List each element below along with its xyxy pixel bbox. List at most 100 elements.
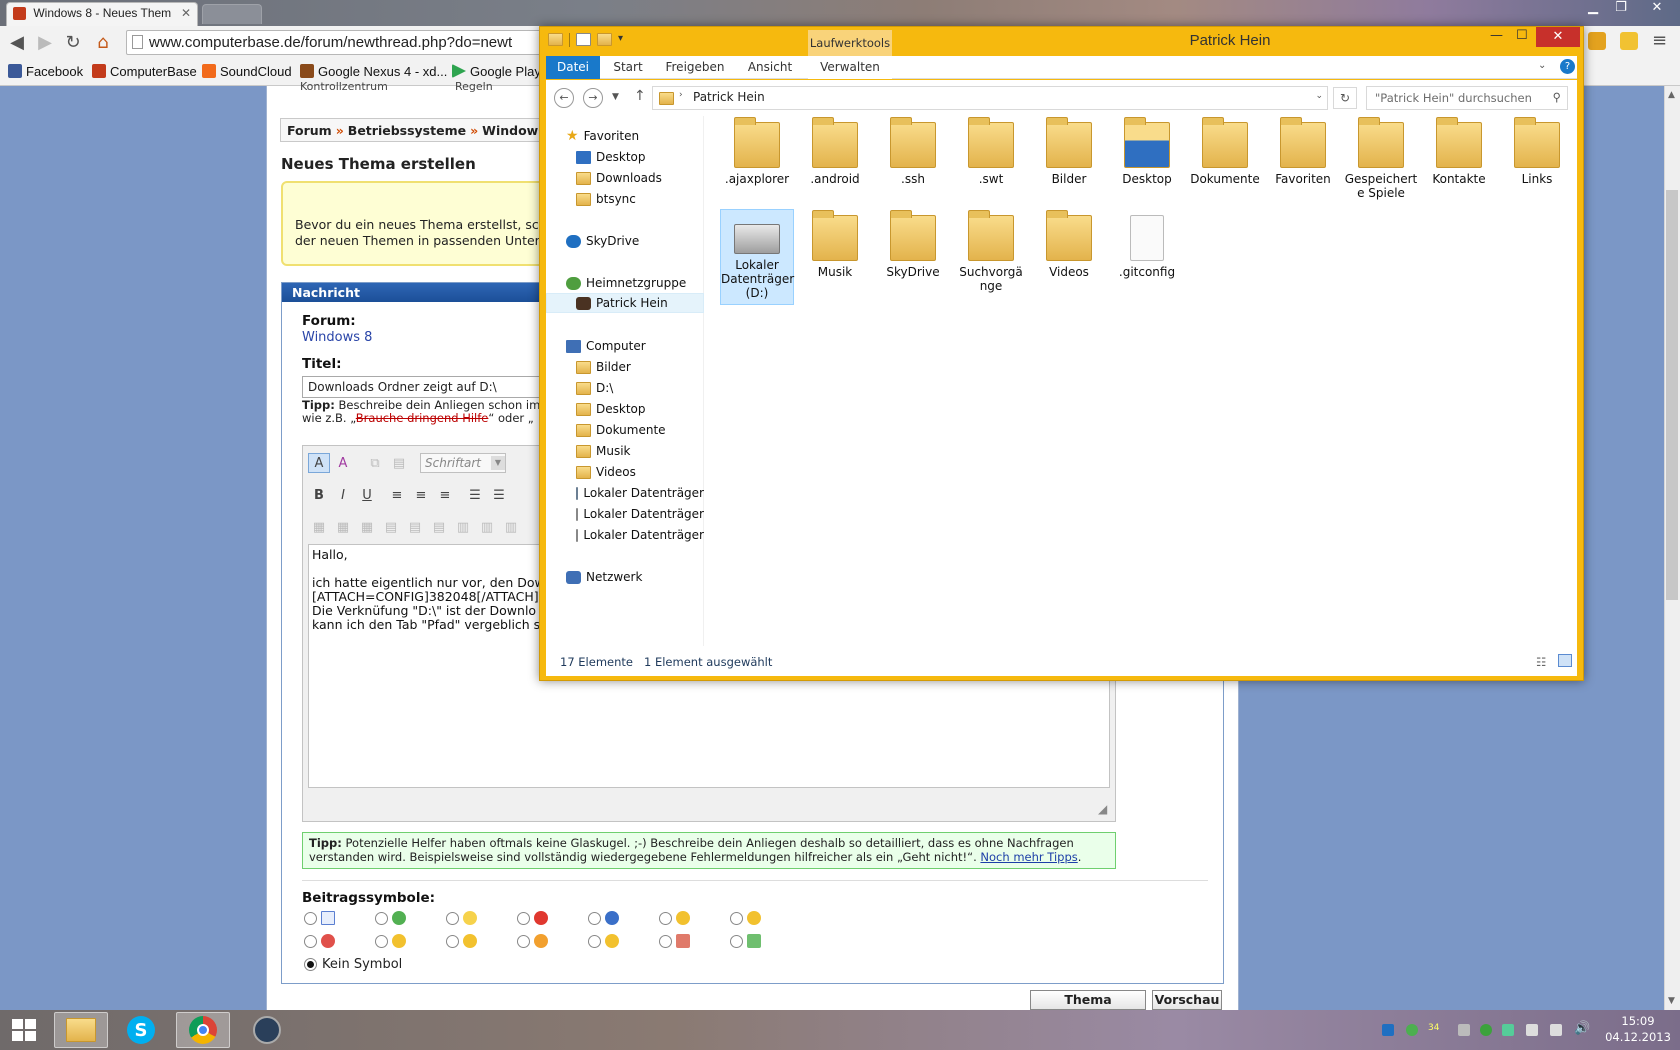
file-item[interactable]: Links: [1500, 116, 1574, 212]
post-icon-option[interactable]: [304, 911, 375, 925]
post-icon-option[interactable]: [730, 934, 801, 948]
search-icon[interactable]: ⚲: [1553, 90, 1561, 104]
explorer-address-bar[interactable]: › Patrick Hein ⌄: [652, 86, 1328, 110]
file-item[interactable]: Suchvorgä nge: [954, 209, 1028, 305]
bookmark-soundcloud[interactable]: SoundCloud: [202, 61, 292, 81]
restore-icon[interactable]: ❐: [1608, 0, 1634, 16]
col-after-icon[interactable]: ▥: [476, 517, 498, 537]
radio[interactable]: [304, 911, 317, 925]
back-icon[interactable]: ◀: [6, 32, 28, 54]
top-link-regeln[interactable]: Regeln: [455, 80, 493, 93]
new-tab-button[interactable]: [202, 4, 262, 24]
file-item[interactable]: .swt: [954, 116, 1028, 212]
scroll-down-icon[interactable]: ▼: [1668, 996, 1675, 1006]
tray-app-icon[interactable]: [1382, 1024, 1394, 1036]
scrollbar-thumb[interactable]: [1666, 190, 1678, 600]
context-tab-drive-tools[interactable]: Laufwerktools: [808, 30, 892, 56]
bookmark-computerbase[interactable]: ComputerBase: [92, 61, 197, 81]
post-icon-option[interactable]: [304, 934, 375, 948]
address-dropdown-icon[interactable]: ⌄: [1315, 91, 1323, 101]
underline-icon[interactable]: U: [356, 485, 378, 505]
post-icon-option[interactable]: [517, 934, 588, 948]
post-icon-option[interactable]: [730, 911, 801, 925]
radio[interactable]: [659, 934, 672, 948]
radio[interactable]: [446, 934, 459, 948]
post-icon-option[interactable]: [659, 934, 730, 948]
table-icon[interactable]: ▦: [308, 517, 330, 537]
file-item[interactable]: Gespeichert e Spiele: [1344, 116, 1418, 212]
file-item[interactable]: SkyDrive: [876, 209, 950, 305]
align-right-icon[interactable]: ≡: [434, 485, 456, 505]
radio[interactable]: [375, 911, 388, 925]
clock[interactable]: 15:09 04.12.2013: [1598, 1013, 1678, 1045]
radio[interactable]: [730, 934, 743, 948]
menu-icon[interactable]: ≡: [1652, 30, 1667, 51]
file-item[interactable]: Videos: [1032, 209, 1106, 305]
tab-close-icon[interactable]: ✕: [181, 6, 191, 20]
explorer-close-button[interactable]: ✕: [1536, 27, 1580, 47]
resize-handle-icon[interactable]: ◢: [1098, 802, 1107, 816]
preview-button[interactable]: Vorschau: [1152, 990, 1222, 1010]
nav-videos[interactable]: Videos: [546, 462, 704, 482]
post-icon-option[interactable]: [446, 934, 517, 948]
nav-downloads[interactable]: Downloads: [546, 168, 704, 188]
post-icon-option[interactable]: [588, 934, 659, 948]
post-icon-option[interactable]: [375, 911, 446, 925]
minimize-icon[interactable]: ▁: [1580, 0, 1606, 16]
nav-btsync[interactable]: btsync: [546, 189, 704, 209]
nav-local-disk-d[interactable]: Lokaler Datenträger: [546, 504, 704, 524]
tray-chrome-icon[interactable]: [1406, 1024, 1418, 1036]
radio[interactable]: [588, 934, 601, 948]
bookmark-xda[interactable]: Google Nexus 4 - xd...: [300, 61, 447, 81]
file-item[interactable]: .ajaxplorer: [720, 116, 794, 212]
browser-tab-active[interactable]: Windows 8 - Neues Them ✕: [6, 2, 198, 26]
ordered-list-icon[interactable]: ☰: [464, 485, 486, 505]
nav-computer[interactable]: Computer: [546, 336, 704, 356]
forum-link[interactable]: Windows 8: [302, 330, 372, 345]
taskbar-skype[interactable]: S: [118, 1012, 164, 1048]
ribbon-tab-ansicht[interactable]: Ansicht: [742, 56, 798, 79]
radio[interactable]: [517, 934, 530, 948]
taskbar-explorer[interactable]: [54, 1012, 108, 1048]
flag-icon[interactable]: [1526, 1024, 1538, 1036]
bold-icon[interactable]: B: [308, 485, 330, 505]
refresh-icon[interactable]: ↻: [1333, 87, 1357, 109]
large-icons-view-icon[interactable]: [1558, 654, 1572, 667]
reload-icon[interactable]: ↻: [62, 32, 84, 54]
file-item-selected[interactable]: Lokaler Datenträger (D:): [720, 209, 794, 305]
font-select[interactable]: Schriftart ▼: [420, 453, 506, 473]
file-item[interactable]: .ssh: [876, 116, 950, 212]
up-icon[interactable]: ↑: [634, 88, 646, 104]
align-center-icon[interactable]: ≡: [410, 485, 432, 505]
create-thread-button[interactable]: Thema erstellen: [1030, 990, 1146, 1025]
row-delete-icon[interactable]: ▤: [428, 517, 450, 537]
tray-icon[interactable]: [1458, 1024, 1470, 1036]
table-delete-icon[interactable]: ▦: [356, 517, 378, 537]
nav-bilder[interactable]: Bilder: [546, 357, 704, 377]
post-icon-option[interactable]: [517, 911, 588, 925]
properties-icon[interactable]: [576, 33, 591, 46]
ribbon-tab-verwalten[interactable]: Verwalten: [808, 56, 892, 79]
breadcrumb-betriebssysteme[interactable]: Betriebssysteme: [348, 123, 466, 138]
file-item[interactable]: .gitconfig: [1110, 209, 1184, 305]
nav-musik[interactable]: Musik: [546, 441, 704, 461]
radio[interactable]: [375, 934, 388, 948]
explorer-forward-icon[interactable]: →: [583, 88, 603, 108]
radio[interactable]: [517, 911, 530, 925]
nav-desktop[interactable]: Desktop: [546, 147, 704, 167]
taskbar-chrome[interactable]: [176, 1012, 230, 1048]
row-insert-icon[interactable]: ▤: [380, 517, 402, 537]
browser-close-icon[interactable]: ✕: [1644, 0, 1670, 16]
file-item[interactable]: Kontakte: [1422, 116, 1496, 212]
copy-icon[interactable]: ⧉: [364, 453, 386, 473]
new-folder-icon[interactable]: [597, 33, 612, 46]
top-link-kontrollzentrum[interactable]: Kontrollzentrum: [300, 80, 388, 93]
no-symbol-option[interactable]: Kein Symbol: [304, 957, 402, 972]
volume-icon[interactable]: 🔊: [1574, 1021, 1590, 1036]
ribbon-tab-freigeben[interactable]: Freigeben: [660, 56, 730, 79]
post-icon-option[interactable]: [588, 911, 659, 925]
file-item[interactable]: .android: [798, 116, 872, 212]
remove-format-icon[interactable]: A: [332, 453, 354, 473]
nav-local-disk-e[interactable]: Lokaler Datenträger: [546, 525, 704, 545]
nav-local-disk-c[interactable]: Lokaler Datenträger: [546, 483, 704, 503]
